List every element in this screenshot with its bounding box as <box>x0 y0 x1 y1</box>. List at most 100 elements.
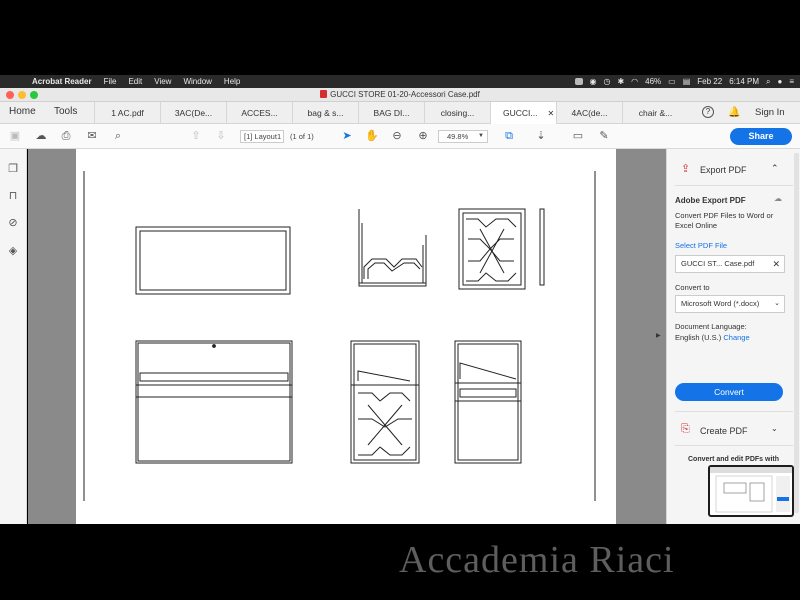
doc-tab-8[interactable]: 4AC(de... <box>556 102 622 124</box>
clock-icon[interactable]: ◷ <box>603 77 610 86</box>
window-title: GUCCI STORE 01-20-Accessori Case.pdf <box>0 90 800 99</box>
help-icon[interactable]: ? <box>702 106 714 118</box>
create-pdf-icon: ⎘ <box>681 423 690 435</box>
app-menu[interactable]: Acrobat Reader <box>32 77 92 86</box>
comment-icon[interactable]: ▭ <box>571 129 585 143</box>
close-tab-icon[interactable]: ✕ <box>547 109 554 118</box>
record-icon[interactable]: ◉ <box>590 77 597 86</box>
side-profile <box>539 208 545 286</box>
cloud-icon: ☁ <box>774 194 782 203</box>
page-number-field[interactable]: [1] Layout1 <box>240 130 284 143</box>
convert-format-select[interactable]: Microsoft Word (*.docx) ⌄ <box>675 295 785 313</box>
menu-edit[interactable]: Edit <box>128 77 142 86</box>
pen-icon[interactable]: ✎ <box>597 129 611 143</box>
convert-label: Convert <box>714 387 744 397</box>
doc-tab-label: bag & s... <box>307 108 344 118</box>
panel-scrollbar[interactable] <box>794 153 799 513</box>
siri-icon[interactable]: ● <box>777 77 782 86</box>
sign-in-link[interactable]: Sign In <box>755 107 785 118</box>
zoom-in-icon[interactable]: ⊕ <box>416 129 430 143</box>
save-icon[interactable]: ▣ <box>8 129 22 143</box>
page-thumbnails-icon[interactable]: ❐ <box>7 163 19 175</box>
document-language-label: Document Language: <box>675 322 747 331</box>
attachment-icon[interactable]: ⊘ <box>7 217 19 229</box>
hand-tool-icon[interactable]: ✋ <box>365 129 379 143</box>
menu-window[interactable]: Window <box>183 77 211 86</box>
watermark-text: Accademia Riaci <box>399 539 675 581</box>
print-icon[interactable]: ⎙ <box>59 129 73 143</box>
doc-tab-label: GUCCI... <box>503 108 538 118</box>
toolbar: ▣ ☁ ⎙ ✉ ⌕ ⇧ ⇩ [1] Layout1 (1 of 1) ➤ ✋ ⊖… <box>0 124 800 149</box>
spotlight-icon[interactable]: ⌕ <box>766 77 770 87</box>
upload-cloud-icon[interactable]: ☁ <box>34 129 48 143</box>
battery-percent[interactable]: 46% <box>645 77 661 86</box>
video-thumbnail[interactable] <box>708 465 794 517</box>
select-pdf-link[interactable]: Select PDF File <box>675 241 727 250</box>
selected-file-field[interactable]: GUCCI ST... Case.pdf ✕ <box>675 255 785 273</box>
doc-tab-9[interactable]: chair &... <box>622 102 688 124</box>
menu-view[interactable]: View <box>154 77 171 86</box>
previous-page-icon[interactable]: ⇧ <box>189 129 203 143</box>
tab-home[interactable]: Home <box>9 106 36 117</box>
window-title-text: GUCCI STORE 01-20-Accessori Case.pdf <box>330 90 480 99</box>
doc-tab-2[interactable]: 3AC(De... <box>160 102 226 124</box>
doc-tab-4[interactable]: bag & s... <box>292 102 358 124</box>
top-plan-outer <box>135 226 291 295</box>
export-description: Convert PDF Files to Word or Excel Onlin… <box>675 211 774 230</box>
doc-tab-6[interactable]: closing... <box>424 102 490 124</box>
zoom-out-icon[interactable]: ⊖ <box>390 129 404 143</box>
tab-tools[interactable]: Tools <box>54 106 77 117</box>
layers-icon[interactable]: ◈ <box>7 245 19 257</box>
share-button[interactable]: Share <box>730 128 792 145</box>
menu-date[interactable]: Feb 22 <box>697 77 722 86</box>
wifi-icon[interactable]: ◠ <box>631 77 638 86</box>
doc-tab-7-active[interactable]: GUCCI... ✕ <box>490 102 556 124</box>
export-pdf-title: Export PDF <box>700 165 747 175</box>
doc-tab-label: ACCES... <box>241 108 278 118</box>
menu-file[interactable]: File <box>104 77 117 86</box>
create-pdf-item[interactable]: ⎘ Create PDF ⌄ <box>667 419 795 443</box>
collapse-right-icon[interactable]: ▶ <box>656 332 661 339</box>
doc-tab-3[interactable]: ACCES... <box>226 102 292 124</box>
control-center-icon[interactable]: ≡ <box>789 77 794 86</box>
thumbnail-preview <box>710 467 792 513</box>
page-count: (1 of 1) <box>290 132 314 141</box>
doc-tab-label: 4AC(de... <box>571 108 608 118</box>
select-cursor-icon[interactable]: ➤ <box>340 129 354 143</box>
bluetooth-icon[interactable]: ✱ <box>617 77 624 86</box>
front-elevation <box>135 340 293 464</box>
search-icon[interactable]: ⌕ <box>111 129 125 143</box>
promo-text: Convert and edit PDFs with <box>687 456 779 463</box>
bookmark-icon[interactable]: ⊓ <box>7 190 19 202</box>
doc-tab-1[interactable]: 1 AC.pdf <box>94 102 160 124</box>
side-elevation <box>350 340 420 464</box>
chevron-down-icon: ⌄ <box>771 424 778 433</box>
creative-cloud-icon[interactable] <box>574 78 583 85</box>
chevron-down-icon: ⌄ <box>774 300 780 307</box>
remove-file-icon[interactable]: ✕ <box>772 256 780 272</box>
menu-help[interactable]: Help <box>224 77 240 86</box>
export-pdf-header[interactable]: ⇪ Export PDF ⌃ <box>667 159 795 181</box>
doc-tab-5[interactable]: BAG DI... <box>358 102 424 124</box>
doc-tab-label: chair &... <box>638 108 673 118</box>
change-language-link[interactable]: Change <box>723 333 749 342</box>
screen: Acrobat Reader File Edit View Window Hel… <box>0 0 800 600</box>
chevron-up-icon[interactable]: ⌃ <box>771 163 779 174</box>
next-page-icon[interactable]: ⇩ <box>214 129 228 143</box>
notification-bell-icon[interactable]: 🔔 <box>728 107 740 118</box>
back-elevation <box>454 340 522 464</box>
menu-time[interactable]: 6:14 PM <box>729 77 759 86</box>
flag-icon[interactable]: ▤ <box>683 77 691 86</box>
divider <box>675 185 793 186</box>
chevron-down-icon: ▼ <box>478 133 484 139</box>
mac-menu-bar: Acrobat Reader File Edit View Window Hel… <box>0 75 800 88</box>
share-label: Share <box>748 131 774 141</box>
convert-button[interactable]: Convert <box>675 383 783 401</box>
document-viewport[interactable] <box>28 149 666 524</box>
battery-icon[interactable]: ▭ <box>668 77 676 86</box>
scroll-mode-icon[interactable]: ⇣ <box>534 129 548 143</box>
status-area: ◉ ◷ ✱ ◠ 46% ▭ ▤ Feb 22 6:14 PM ⌕ ● ≡ <box>574 75 794 88</box>
zoom-level-select[interactable]: 49.8% ▼ <box>438 130 488 143</box>
email-icon[interactable]: ✉ <box>85 129 99 143</box>
fit-page-icon[interactable]: ⧉ <box>502 129 516 143</box>
